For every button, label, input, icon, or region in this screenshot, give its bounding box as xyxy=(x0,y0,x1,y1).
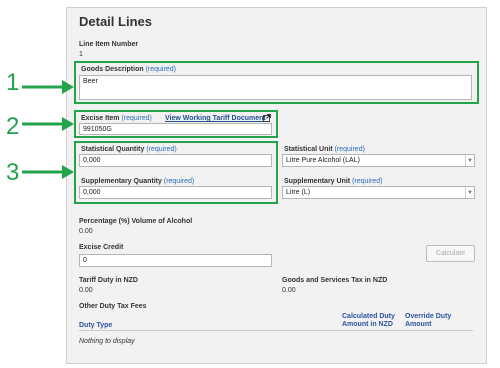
arrow-right-icon xyxy=(22,117,74,131)
annotation-number-1: 1 xyxy=(6,69,20,96)
column-header-duty-type[interactable]: Duty Type xyxy=(79,322,112,329)
calculate-button[interactable]: Calculate xyxy=(426,245,475,262)
column-header-calculated-amount[interactable]: Amount in NZD xyxy=(342,321,393,328)
percentage-alcohol-label: Percentage (%) Volume of Alcohol xyxy=(79,218,193,225)
column-header-override-duty[interactable]: Override Duty xyxy=(405,313,451,320)
supplementary-unit-label: Supplementary Unit (required) xyxy=(284,178,383,185)
line-item-number-value: 1 xyxy=(79,51,83,58)
chevron-down-icon[interactable]: ▼ xyxy=(465,187,474,198)
statistical-unit-value: Litre Pure Alcohol (LAL) xyxy=(286,157,360,164)
gst-label: Goods and Services Tax in NZD xyxy=(282,277,388,284)
statistical-unit-label: Statistical Unit (required) xyxy=(284,146,365,153)
column-header-calculated-duty[interactable]: Calculated Duty xyxy=(342,313,395,320)
excise-credit-input[interactable]: 0 xyxy=(79,254,272,267)
annotation-number-3: 3 xyxy=(6,159,20,186)
other-duty-label: Other Duty Tax Fees xyxy=(79,303,147,310)
tariff-duty-label: Tariff Duty in NZD xyxy=(79,277,138,284)
percentage-alcohol-value: 0.00 xyxy=(79,228,93,235)
gst-value: 0.00 xyxy=(282,287,296,294)
excise-credit-label: Excise Credit xyxy=(79,244,124,251)
tariff-duty-value: 0.00 xyxy=(79,287,93,294)
supplementary-unit-select[interactable]: Litre (L) ▼ xyxy=(282,186,475,199)
column-header-override-amount[interactable]: Amount xyxy=(405,321,431,328)
annotation-number-2: 2 xyxy=(6,113,20,140)
page-title: Detail Lines xyxy=(79,14,152,29)
table-header-divider xyxy=(79,330,473,331)
statistical-unit-select[interactable]: Litre Pure Alcohol (LAL) ▼ xyxy=(282,154,475,167)
required-text: (required) xyxy=(352,178,383,185)
line-item-number-label: Line Item Number xyxy=(79,41,139,48)
supplementary-unit-value: Litre (L) xyxy=(286,189,311,196)
required-text: (required) xyxy=(334,146,365,153)
arrow-right-icon xyxy=(22,165,74,179)
empty-table-message: Nothing to display xyxy=(79,338,135,345)
annotation-box-1 xyxy=(74,61,479,104)
annotation-box-2 xyxy=(74,110,278,138)
annotation-box-3 xyxy=(74,141,278,204)
arrow-right-icon xyxy=(22,80,74,94)
chevron-down-icon[interactable]: ▼ xyxy=(465,155,474,166)
